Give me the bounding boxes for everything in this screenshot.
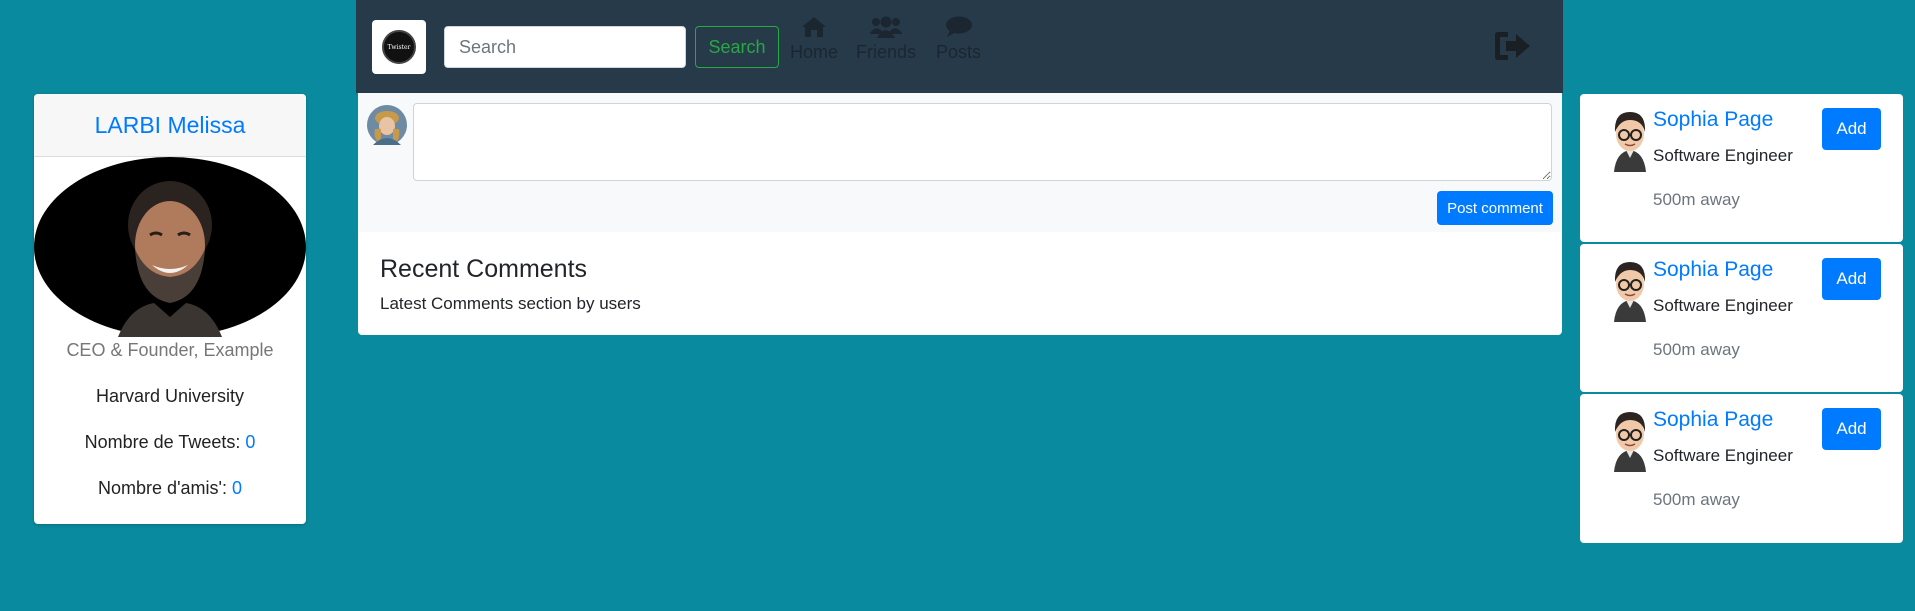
profile-name[interactable]: LARBI Melissa — [95, 112, 246, 139]
friends-count[interactable]: 0 — [232, 478, 242, 498]
profile-role: CEO & Founder, Example — [66, 340, 274, 360]
suggestion-job: Software Engineer — [1653, 146, 1793, 165]
nav-friends[interactable]: Friends — [856, 16, 916, 76]
comment-compose: Post comment — [358, 93, 1562, 232]
user-avatar — [367, 105, 407, 145]
suggestion-name[interactable]: Sophia Page — [1653, 408, 1773, 432]
profile-card: LARBI Melissa CEO & Founder, Example Har… — [34, 94, 306, 524]
profile-tweets: Nombre de Tweets: 0 — [34, 432, 306, 453]
nav-home[interactable]: Home — [790, 16, 838, 76]
add-friend-button[interactable]: Add — [1822, 408, 1881, 450]
suggestion-card: Sophia Page Software Engineer 500m away … — [1580, 94, 1903, 242]
comment-icon — [945, 16, 972, 37]
logo-mark: Twister — [382, 30, 416, 64]
search-button[interactable]: Search — [695, 26, 779, 68]
add-friend-button[interactable]: Add — [1822, 108, 1881, 150]
suggestion-card: Sophia Page Software Engineer 500m away … — [1580, 244, 1903, 392]
logo[interactable]: Twister — [372, 20, 426, 74]
top-navbar: Twister Search Home Friends Posts — [356, 0, 1563, 93]
profile-header: LARBI Melissa — [34, 94, 306, 157]
nav-home-label: Home — [790, 42, 839, 62]
friends-label: Nombre d'amis': — [98, 478, 232, 498]
nav-posts-label: Posts — [936, 42, 982, 62]
profile-photo — [34, 157, 306, 337]
suggestion-avatar — [1614, 412, 1646, 472]
post-comment-button[interactable]: Post comment — [1437, 191, 1553, 225]
suggestion-job: Software Engineer — [1653, 296, 1793, 315]
suggestion-name[interactable]: Sophia Page — [1653, 258, 1773, 282]
suggestion-avatar — [1614, 262, 1646, 322]
recent-comments-title: Recent Comments — [380, 255, 588, 283]
suggestion-name[interactable]: Sophia Page — [1653, 108, 1773, 132]
tweets-label: Nombre de Tweets: — [84, 432, 246, 452]
profile-friends: Nombre d'amis': 0 — [34, 478, 306, 499]
nav-friends-label: Friends — [856, 42, 917, 62]
comment-textarea[interactable] — [413, 103, 1552, 181]
suggestion-card: Sophia Page Software Engineer 500m away … — [1580, 394, 1903, 543]
suggestion-distance: 500m away — [1653, 490, 1740, 509]
suggestion-avatar — [1614, 112, 1646, 172]
suggestion-job: Software Engineer — [1653, 446, 1793, 465]
suggestion-distance: 500m away — [1653, 340, 1740, 359]
suggestion-distance: 500m away — [1653, 190, 1740, 209]
recent-comments: Recent Comments Latest Comments section … — [358, 232, 1562, 335]
tweets-count[interactable]: 0 — [245, 432, 255, 452]
home-icon — [802, 17, 826, 37]
profile-university: Harvard University — [95, 386, 245, 406]
add-friend-button[interactable]: Add — [1822, 258, 1881, 300]
nav-posts[interactable]: Posts — [936, 16, 981, 76]
search-input[interactable] — [444, 26, 686, 68]
recent-comments-subtitle: Latest Comments section by users — [380, 294, 641, 313]
sign-out-icon[interactable] — [1492, 26, 1532, 66]
users-icon — [870, 16, 903, 38]
